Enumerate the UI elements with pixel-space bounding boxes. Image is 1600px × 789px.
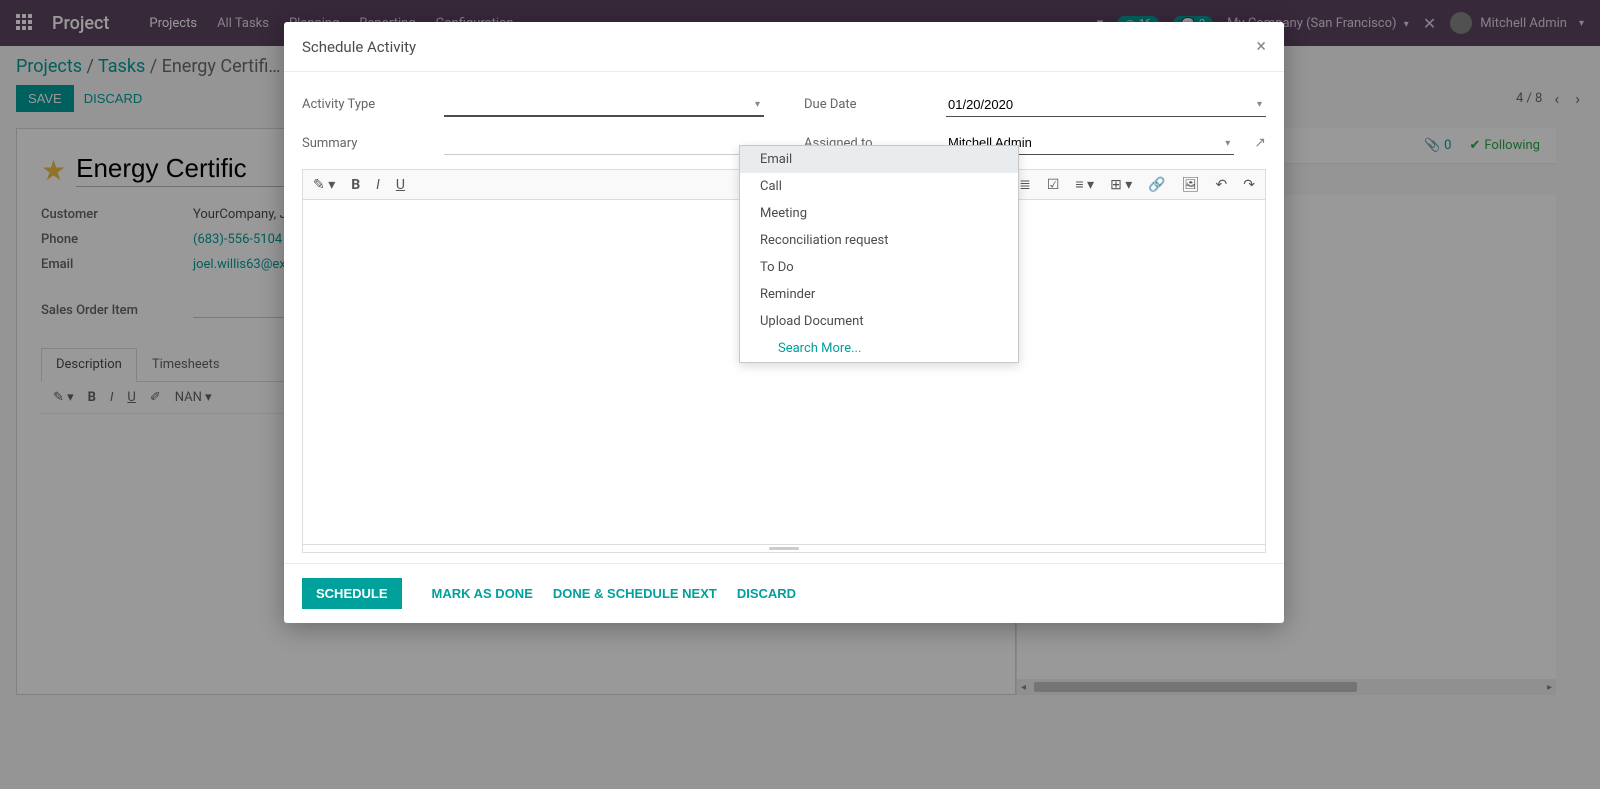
- table-dropdown[interactable]: ⊞ ▾: [1110, 177, 1132, 193]
- checklist-button[interactable]: ☑: [1047, 177, 1060, 193]
- undo-icon[interactable]: ↶: [1216, 177, 1228, 193]
- modal-footer: SCHEDULE MARK AS DONE DONE & SCHEDULE NE…: [284, 563, 1284, 623]
- list-button[interactable]: ≣: [1019, 177, 1031, 193]
- modal-header: Schedule Activity ×: [284, 22, 1284, 72]
- image-icon[interactable]: 🖼: [1182, 177, 1200, 193]
- due-date-input[interactable]: [946, 93, 1266, 117]
- close-icon[interactable]: ×: [1256, 36, 1266, 57]
- dropdown-item-meeting[interactable]: Meeting: [740, 200, 1018, 227]
- done-schedule-next-button[interactable]: DONE & SCHEDULE NEXT: [553, 586, 717, 601]
- dropdown-item-todo[interactable]: To Do: [740, 254, 1018, 281]
- external-link-icon[interactable]: ↗: [1254, 135, 1266, 151]
- due-date-label: Due Date: [804, 97, 934, 112]
- modal-title: Schedule Activity: [302, 38, 416, 56]
- bold-button[interactable]: B: [351, 177, 360, 193]
- dropdown-item-upload[interactable]: Upload Document: [740, 308, 1018, 335]
- schedule-button[interactable]: SCHEDULE: [302, 578, 402, 609]
- dropdown-item-call[interactable]: Call: [740, 173, 1018, 200]
- mark-as-done-button[interactable]: MARK AS DONE: [432, 586, 533, 601]
- activity-type-label: Activity Type: [302, 97, 432, 112]
- activity-type-dropdown: Email Call Meeting Reconciliation reques…: [739, 145, 1019, 363]
- redo-icon[interactable]: ↷: [1243, 177, 1255, 193]
- dropdown-item-reminder[interactable]: Reminder: [740, 281, 1018, 308]
- style-dropdown[interactable]: ✎ ▾: [313, 177, 335, 193]
- align-dropdown[interactable]: ≡ ▾: [1075, 176, 1094, 193]
- dropdown-item-reconciliation[interactable]: Reconciliation request: [740, 227, 1018, 254]
- italic-button[interactable]: I: [376, 177, 380, 193]
- resize-handle[interactable]: [302, 545, 1266, 553]
- dropdown-item-email[interactable]: Email: [740, 146, 1018, 173]
- dropdown-search-more[interactable]: Search More...: [740, 335, 1018, 362]
- summary-label: Summary: [302, 136, 432, 151]
- modal-discard-button[interactable]: DISCARD: [737, 586, 796, 601]
- summary-input[interactable]: [444, 131, 764, 155]
- link-icon[interactable]: 🔗: [1148, 177, 1165, 193]
- activity-type-input[interactable]: [444, 92, 764, 117]
- underline-button[interactable]: U: [396, 177, 405, 193]
